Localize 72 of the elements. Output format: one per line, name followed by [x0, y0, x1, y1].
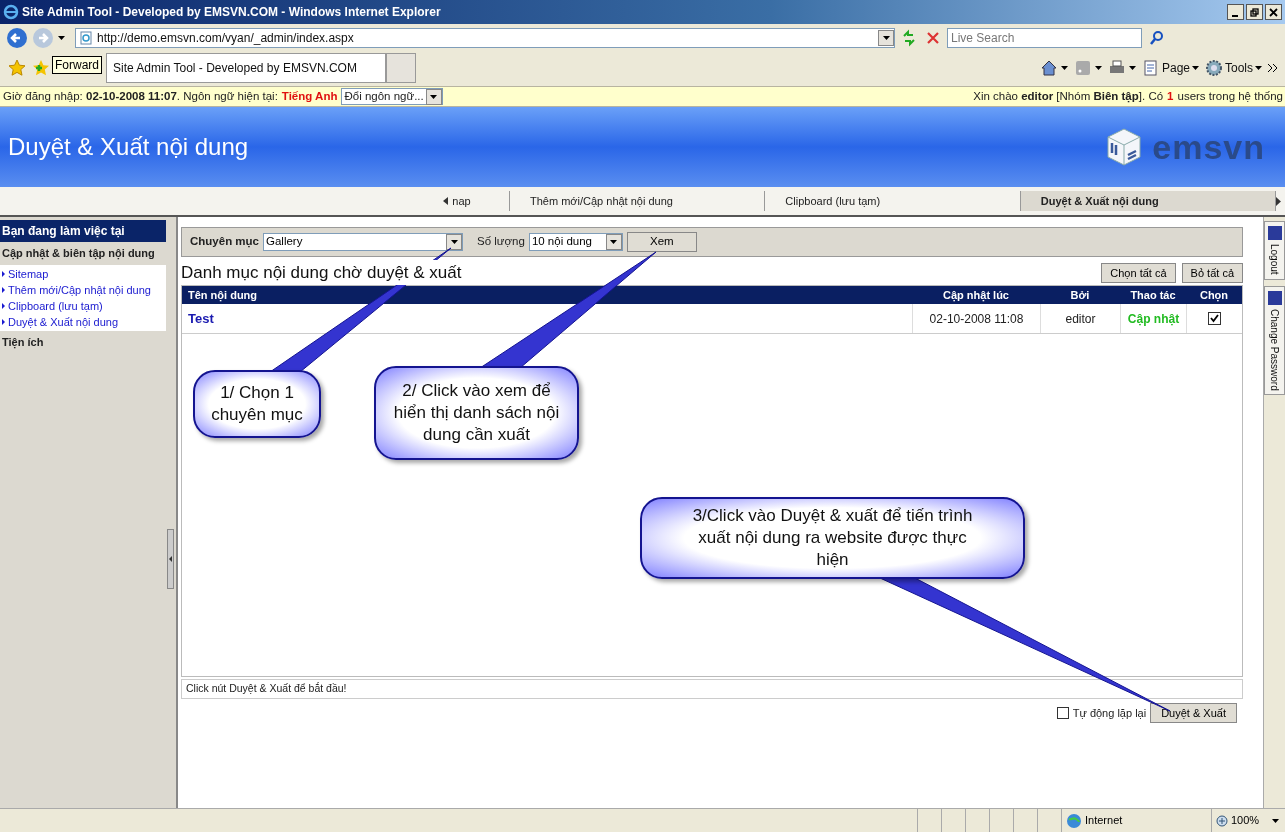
auto-repeat-label: Tự động lặp lại: [1072, 705, 1147, 721]
quantity-select[interactable]: 10 nội dung: [528, 233, 623, 251]
users-text: users trong hệ thống: [1177, 88, 1283, 104]
dropdown-arrow-icon: [1272, 818, 1279, 823]
page-title: Duyệt & Xuất nội dung: [8, 132, 249, 162]
page-icon: [79, 31, 93, 45]
globe-icon: [1066, 812, 1082, 829]
bullet-icon: [2, 270, 5, 277]
current-language: Tiếng Anh: [281, 88, 338, 104]
chevron-icon[interactable]: [1268, 64, 1277, 72]
table-cell: 02-10-2008 11:08: [912, 304, 1040, 333]
sidebar-link[interactable]: Thêm mới/Cập nhật nội dung: [0, 281, 166, 298]
dropdown-arrow-icon[interactable]: [1255, 66, 1262, 70]
greeting-text: Xin chào editor [Nhóm Biên tập]. Có: [973, 88, 1164, 105]
tooltip: Forward: [52, 56, 102, 74]
minimize-icon[interactable]: [1227, 4, 1244, 20]
status-message: Click nút Duyệt & Xuất để bắt đầu!: [181, 679, 1243, 699]
auto-repeat-checkbox[interactable]: [1056, 707, 1069, 719]
approve-export-button[interactable]: Duyệt & Xuất: [1150, 703, 1237, 723]
user-count: 1: [1167, 88, 1174, 104]
change-password-tab[interactable]: Change Password: [1264, 285, 1285, 396]
page-icon: [1141, 59, 1160, 77]
bullet-icon: [2, 302, 5, 309]
sidebar-link[interactable]: Sitemap: [0, 265, 166, 282]
bullet-icon: [2, 286, 5, 293]
row-checkbox[interactable]: [1208, 312, 1221, 325]
list-title: Danh mục nội dung chờ duyệt & xuất: [181, 259, 462, 285]
dropdown-arrow-icon[interactable]: [1094, 66, 1102, 70]
collapse-handle[interactable]: [167, 529, 174, 589]
address-field[interactable]: http://demo.emsvn.com/vyan/_admin/index.aspx: [75, 28, 895, 48]
nav-tab[interactable]: Duyệt & Xuất nội dung: [1020, 191, 1277, 211]
logout-tab[interactable]: Logout: [1264, 221, 1285, 280]
sidebar-link[interactable]: Duyệt & Xuất nội dung: [0, 313, 166, 330]
star-icon[interactable]: [8, 59, 26, 77]
logo: emsvn: [1152, 130, 1265, 164]
login-info: Giờ đăng nhập: 02-10-2008 11:07. Ngôn ngữ hiện tại:: [3, 88, 278, 104]
home-icon[interactable]: [1039, 59, 1058, 77]
zoom-control[interactable]: 100%: [1211, 809, 1285, 832]
tools-menu[interactable]: Tools: [1205, 59, 1262, 77]
select-all-button[interactable]: Chọn tất cả: [1101, 263, 1176, 283]
restore-icon[interactable]: [1246, 4, 1263, 20]
callout-bubble: 2/ Click vào xem để hiển thị danh sách nội dung cần xuất: [374, 366, 579, 460]
window-title: Site Admin Tool - Developed by EMSVN.COM - Windows Internet Explorer: [22, 4, 441, 21]
language-select[interactable]: Đổi ngôn ngữ...: [341, 88, 443, 105]
dropdown-arrow-icon[interactable]: [58, 36, 65, 40]
sidebar-link[interactable]: Clipboard (lưu tạm): [0, 297, 166, 314]
dropdown-arrow-icon[interactable]: [1192, 66, 1199, 70]
back-icon[interactable]: [6, 27, 28, 49]
dropdown-arrow-icon[interactable]: [1060, 66, 1068, 70]
callout-bubble: 3/Click vào Duyệt & xuất để tiến trình xuất nội dung ra website được thực hiện: [640, 497, 1025, 579]
view-button[interactable]: Xem: [626, 232, 697, 252]
page-menu[interactable]: Page: [1141, 59, 1199, 77]
sidebar-header: Bạn đang làm việc tại: [0, 220, 166, 242]
deselect-all-button[interactable]: Bỏ tất cả: [1181, 263, 1243, 283]
search-field[interactable]: Live Search: [947, 28, 1142, 48]
browser-icon: [3, 4, 19, 20]
zone-indicator: Internet: [1061, 809, 1211, 832]
quantity-label: Số lượng: [477, 234, 525, 250]
close-icon[interactable]: [1265, 4, 1282, 20]
category-select[interactable]: Gallery: [263, 233, 463, 251]
content-title-link[interactable]: Test: [182, 304, 912, 333]
category-label: Chuyên mục: [190, 234, 259, 250]
table-header: Tên nội dung Cập nhật lúc Bởi Thao tác Chọn: [182, 286, 1242, 304]
table-cell: editor: [1040, 304, 1120, 333]
left-arrow-icon: [443, 197, 449, 205]
browser-tab[interactable]: Site Admin Tool - Developed by EMSVN.COM: [106, 53, 386, 83]
dropdown-arrow-icon[interactable]: [1128, 66, 1136, 70]
nav-tab[interactable]: nap: [441, 191, 510, 211]
bullet-icon: [2, 318, 5, 325]
gear-icon: [1205, 59, 1223, 77]
callout-bubble: 1/ Chọn 1 chuyên mục: [193, 370, 321, 438]
zoom-icon: [1216, 814, 1228, 827]
